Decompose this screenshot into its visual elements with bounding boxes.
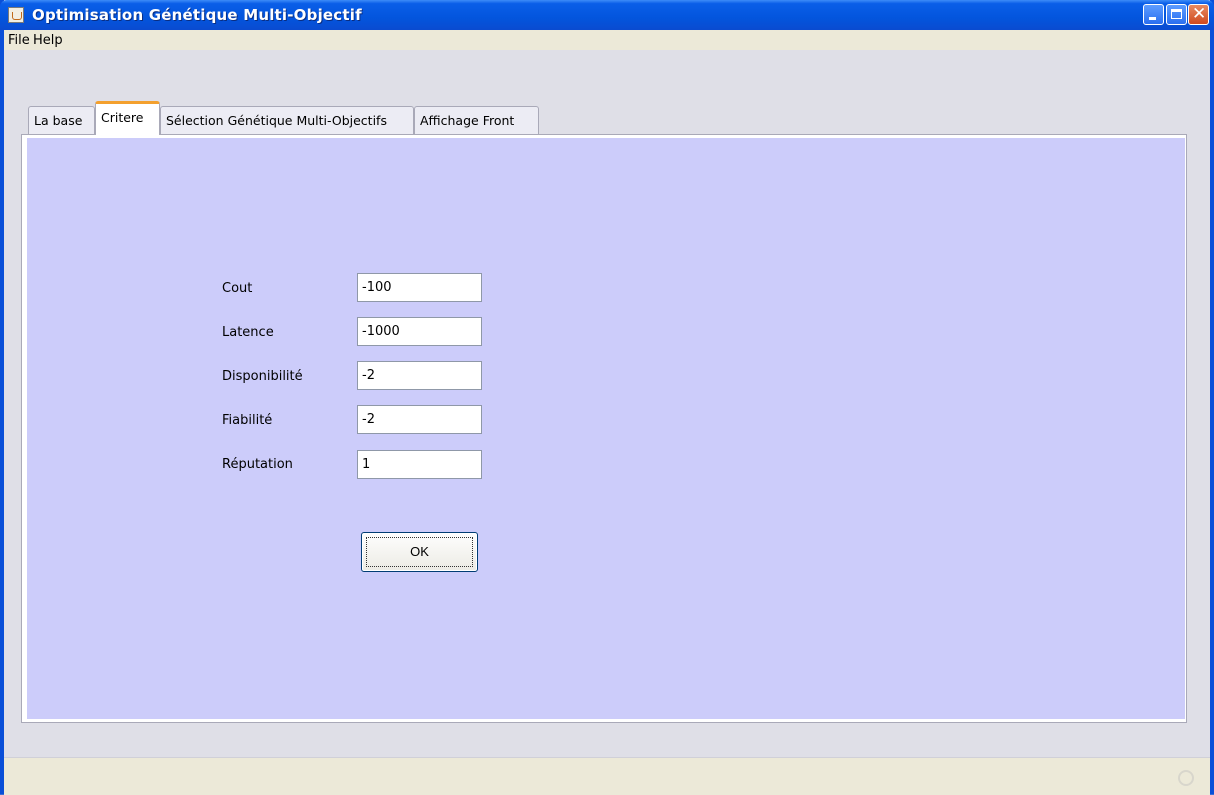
tab-critere[interactable]: Critere <box>95 101 160 135</box>
tab-affichage-front[interactable]: Affichage Front <box>414 106 539 134</box>
busy-indicator-icon <box>1178 770 1194 786</box>
close-icon[interactable]: ✕ <box>1188 4 1209 25</box>
ok-button[interactable]: OK <box>361 532 478 572</box>
tab-la-base[interactable]: La base <box>28 106 95 134</box>
reputation-label: Réputation <box>222 457 293 472</box>
minimize-icon[interactable] <box>1143 4 1164 25</box>
cout-label: Cout <box>222 281 253 296</box>
latence-input[interactable] <box>357 317 482 346</box>
reputation-input[interactable] <box>357 450 482 479</box>
java-cup-icon <box>8 7 24 23</box>
title-bar[interactable]: Optimisation Génétique Multi-Objectif ✕ <box>0 0 1214 30</box>
cout-input[interactable] <box>357 273 482 302</box>
ok-button-label: OK <box>410 544 429 559</box>
menu-file[interactable]: File <box>8 33 30 48</box>
criteria-panel <box>27 135 1185 719</box>
fiabilite-input[interactable] <box>357 405 482 434</box>
status-bar <box>4 757 1210 795</box>
menu-bar: File Help <box>4 30 1210 50</box>
fiabilite-label: Fiabilité <box>222 413 273 428</box>
window-title: Optimisation Génétique Multi-Objectif <box>32 6 362 24</box>
disponibilite-label: Disponibilité <box>222 369 303 384</box>
app-window: Optimisation Génétique Multi-Objectif ✕ … <box>0 0 1214 795</box>
menu-help[interactable]: Help <box>33 33 63 48</box>
disponibilite-input[interactable] <box>357 361 482 390</box>
latence-label: Latence <box>222 325 274 340</box>
maximize-icon[interactable] <box>1166 4 1187 25</box>
tab-selection-genetique[interactable]: Sélection Génétique Multi-Objectifs <box>160 106 414 134</box>
